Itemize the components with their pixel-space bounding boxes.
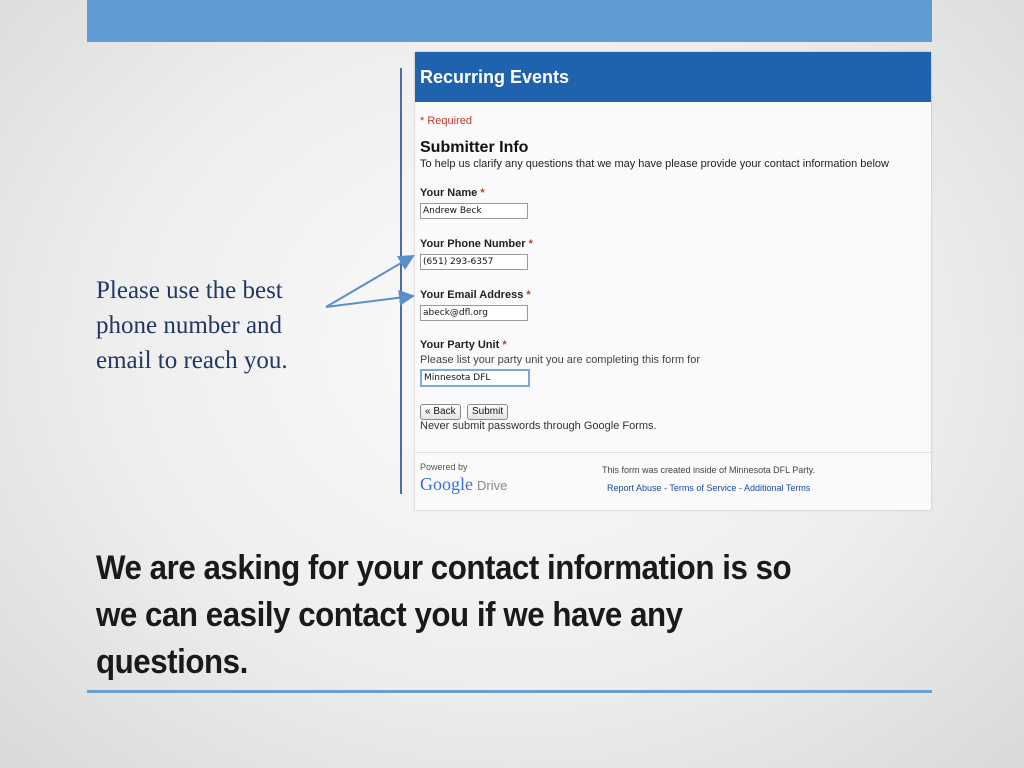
headline: We are asking for your contact informati…: [96, 549, 792, 681]
bottom-rule: [87, 690, 932, 693]
phone-input[interactable]: (651) 293-6357: [420, 254, 528, 270]
arrow-to-email: [325, 289, 415, 308]
footer-separator: [415, 452, 931, 453]
section-title: Submitter Info: [420, 139, 529, 156]
terms-of-service-link[interactable]: Terms of Service: [669, 483, 736, 493]
required-star: *: [528, 238, 533, 250]
required-star: *: [526, 289, 531, 301]
arrow-to-phone: [325, 254, 415, 308]
email-label: Your Email Address *: [420, 289, 531, 301]
google-logo-text: Google: [420, 474, 473, 494]
additional-terms-link[interactable]: Additional Terms: [744, 483, 810, 493]
drive-wordmark: Drive: [477, 478, 508, 493]
phone-label: Your Phone Number *: [420, 238, 533, 250]
party-input[interactable]: Minnesota DFL: [420, 369, 530, 387]
party-help: Please list your party unit you are comp…: [420, 354, 701, 366]
back-button[interactable]: « Back: [420, 404, 461, 420]
required-star: *: [480, 187, 485, 199]
submit-button[interactable]: Submit: [467, 404, 509, 420]
report-abuse-link[interactable]: Report Abuse: [607, 483, 662, 493]
powered-by: Powered by: [420, 462, 468, 472]
name-input[interactable]: Andrew Beck: [420, 203, 528, 219]
footer-links: Report Abuse - Terms of Service - Additi…: [607, 483, 810, 493]
name-label: Your Name *: [420, 187, 485, 199]
link-separator: -: [738, 483, 742, 493]
required-star: *: [502, 339, 507, 351]
form-screenshot: Recurring Events * Required Submitter In…: [415, 52, 931, 510]
form-title: Recurring Events: [415, 52, 931, 102]
email-input[interactable]: abeck@dfl.org: [420, 305, 528, 321]
password-warning: Never submit passwords through Google Fo…: [420, 420, 657, 432]
google-logo: Google: [420, 474, 473, 495]
link-separator: -: [664, 483, 668, 493]
created-note: This form was created inside of Minnesot…: [602, 465, 816, 475]
required-note: * Required: [420, 115, 472, 127]
section-description: To help us clarify any questions that we…: [420, 158, 889, 170]
party-label: Your Party Unit *: [420, 339, 507, 351]
